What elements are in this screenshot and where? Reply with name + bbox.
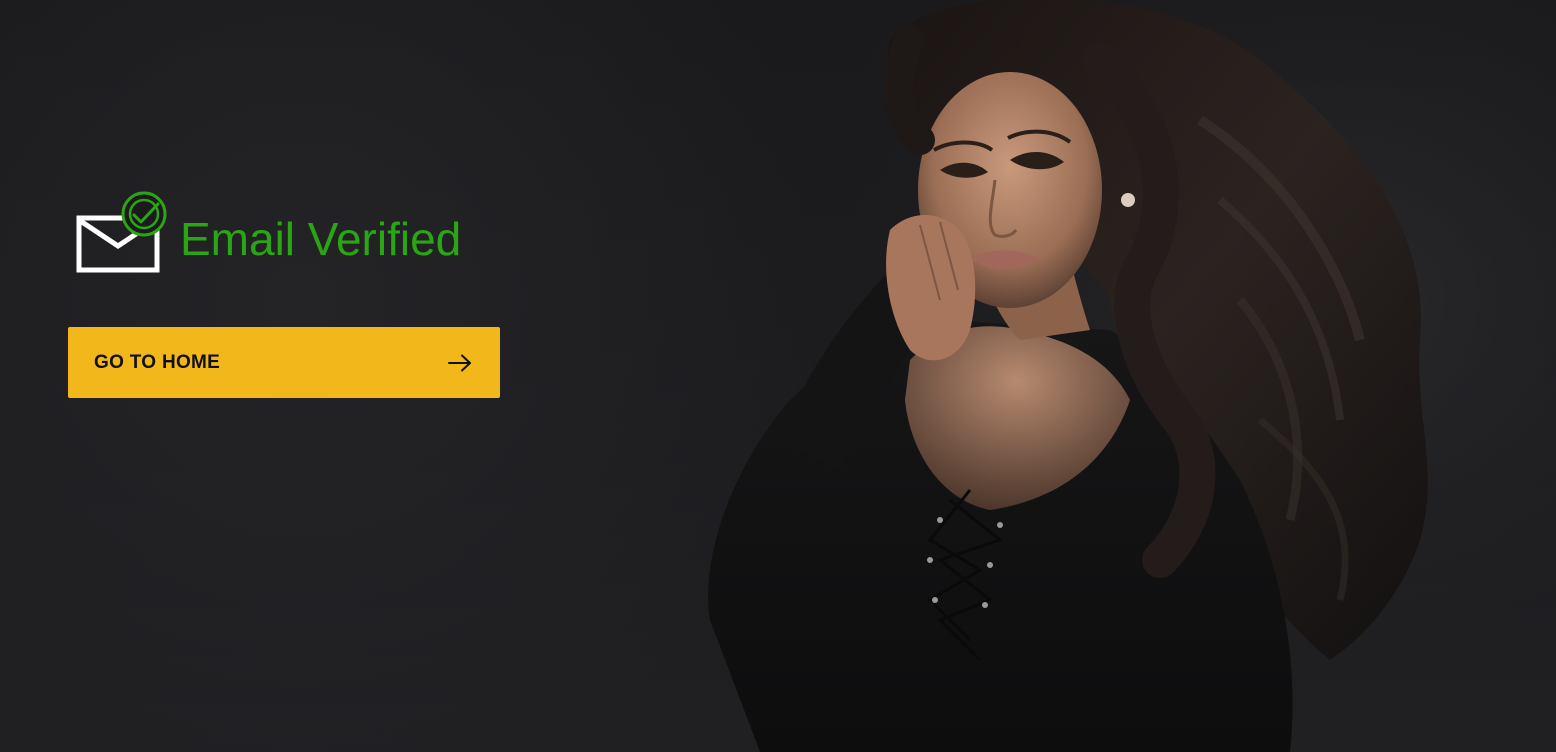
arrow-right-icon xyxy=(448,354,471,371)
go-to-home-label: GO TO HOME xyxy=(94,351,221,373)
go-to-home-button[interactable]: GO TO HOME xyxy=(68,327,500,398)
email-verified-icon xyxy=(76,190,172,274)
hero-photo xyxy=(640,0,1556,752)
verification-status: Email Verified xyxy=(76,188,461,274)
page-title: Email Verified xyxy=(180,213,462,265)
email-verified-page: Email Verified GO TO HOME xyxy=(0,0,1556,752)
